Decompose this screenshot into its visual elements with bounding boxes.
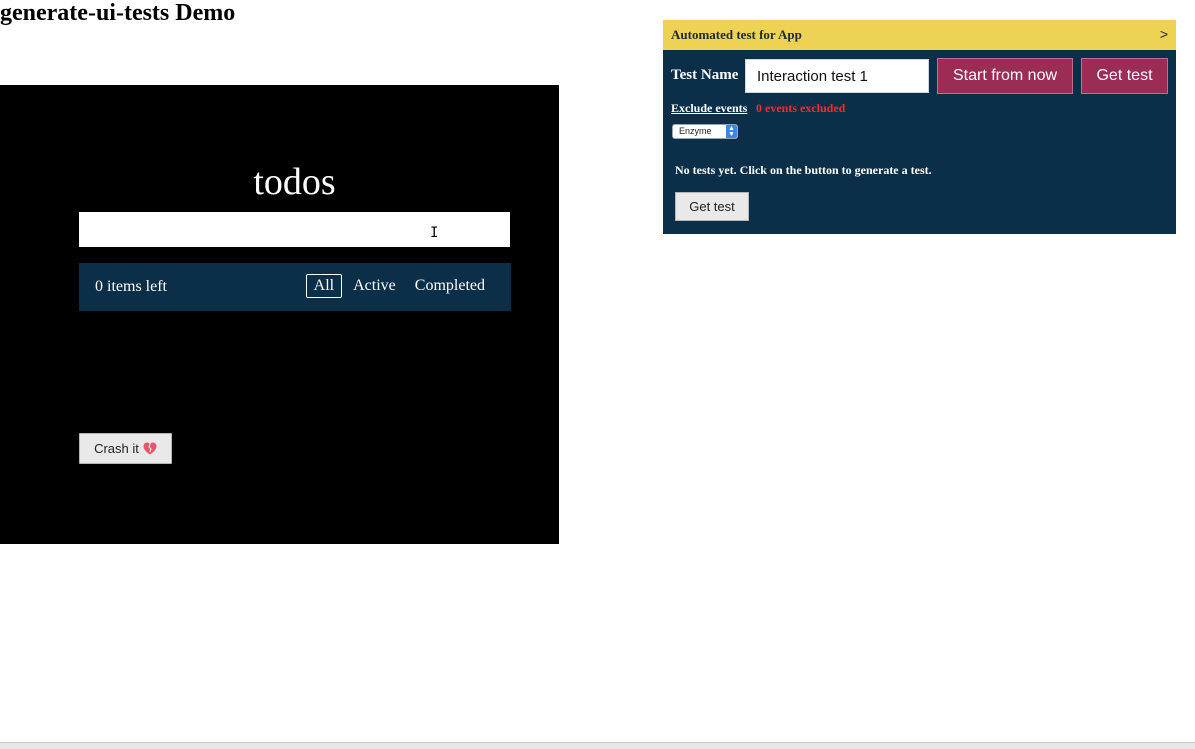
new-todo-input[interactable] <box>79 212 510 247</box>
broken-heart-icon <box>143 442 157 455</box>
todo-footer: 0 items left All Active Completed <box>79 263 511 311</box>
crash-it-button[interactable]: Crash it <box>79 433 172 464</box>
crash-button-label: Crash it <box>94 441 139 456</box>
todo-header: todos <box>253 161 336 203</box>
test-name-label: Test Name <box>671 67 739 83</box>
test-panel: Automated test for App > Test Name Start… <box>663 20 1176 234</box>
items-left-count: 0 items left <box>95 278 167 295</box>
get-test-button[interactable]: Get test <box>1081 58 1168 94</box>
no-tests-message: No tests yet. Click on the button to gen… <box>675 163 932 177</box>
filters: All Active Completed <box>303 274 493 298</box>
collapse-chevron-icon[interactable]: > <box>1160 25 1168 43</box>
select-arrows-icon: ▲ ▼ <box>726 125 737 138</box>
start-from-now-button[interactable]: Start from now <box>937 58 1073 94</box>
exclude-events-link[interactable]: Exclude events <box>671 100 747 116</box>
horizontal-scrollbar[interactable] <box>0 742 1195 749</box>
framework-selected-value: Enzyme <box>679 126 712 136</box>
get-test-secondary-button[interactable]: Get test <box>675 192 749 221</box>
events-excluded-count: 0 events excluded <box>756 101 846 115</box>
filter-all[interactable]: All <box>305 274 343 298</box>
framework-select[interactable]: Enzyme ▲ ▼ <box>672 124 738 139</box>
test-panel-header[interactable]: Automated test for App > <box>663 20 1176 50</box>
test-panel-title: Automated test for App <box>671 27 802 42</box>
test-name-input[interactable] <box>745 59 929 93</box>
filter-active[interactable]: Active <box>345 274 404 298</box>
filter-completed[interactable]: Completed <box>407 274 493 298</box>
page-title: generate-ui-tests Demo <box>0 0 236 26</box>
todo-app: todos I 0 items left All Active Complete… <box>0 85 559 544</box>
